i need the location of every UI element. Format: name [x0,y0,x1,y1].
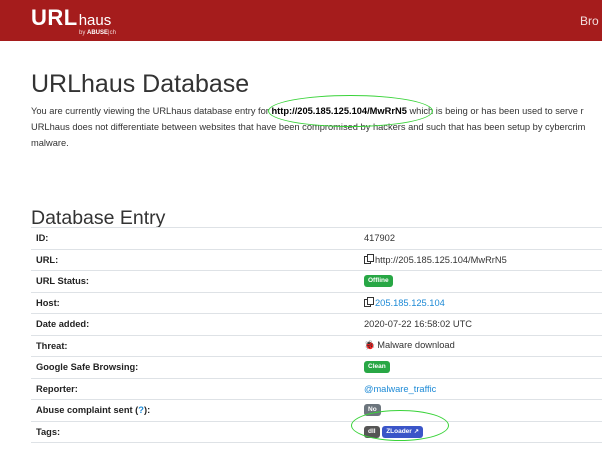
url-value: http://205.185.125.104/MwRrN5 [375,255,507,266]
bug-icon: 🐞 [364,340,376,351]
status-badge: Offline [364,275,393,288]
table-row-tags: Tags: dll ZLoader ↗ [31,420,602,443]
table-row-url: URL: http://205.185.125.104/MwRrN5 [31,248,602,271]
host-link[interactable]: 205.185.125.104 [375,298,445,308]
abuse-label: Abuse complaint sent (?): [31,399,359,421]
copy-icon[interactable] [364,254,374,265]
database-entry-table: ID: 417902 URL: http://205.185.125.104/M… [31,227,602,443]
table-row-status: URL Status: Offline [31,270,602,292]
id-label: ID: [31,227,359,249]
reporter-link[interactable]: @malware_traffic [364,384,436,394]
urlhaus-logo[interactable]: URLhaus by ABUSE|ch [31,5,116,36]
intro-text-4: malware. [31,138,69,148]
date-label: Date added: [31,313,359,335]
logo-haus-text: haus [78,12,112,29]
reporter-cell: @malware_traffic [359,377,602,400]
threat-cell: 🐞 Malware download [359,334,602,357]
table-row-id: ID: 417902 [31,227,602,249]
status-cell: Offline [359,270,602,292]
copy-icon[interactable] [364,297,374,308]
url-cell: http://205.185.125.104/MwRrN5 [359,248,602,271]
table-row-reporter: Reporter: @malware_traffic [31,377,602,400]
threat-label: Threat: [31,334,359,357]
logo-url-text: URL [31,5,78,30]
logo-byline: by ABUSE|ch [79,30,116,36]
intro-text-2: which is being or has been used to serve… [406,106,584,116]
table-row-threat: Threat: 🐞 Malware download [31,334,602,357]
threat-value: Malware download [377,340,455,351]
tags-label: Tags: [31,420,359,443]
host-cell: 205.185.125.104 [359,291,602,314]
status-label: URL Status: [31,270,359,292]
table-row-date: Date added: 2020-07-22 16:58:02 UTC [31,313,602,335]
gsb-label: Google Safe Browsing: [31,356,359,378]
url-highlight-ellipse [268,95,433,127]
table-row-host: Host: 205.185.125.104 [31,291,602,314]
gsb-badge: Clean [364,361,390,374]
page-title: URLhaus Database [31,70,250,98]
id-value: 417902 [359,227,602,249]
table-row-abuse: Abuse complaint sent (?): No [31,399,602,421]
host-label: Host: [31,291,359,314]
tags-highlight-ellipse [351,410,449,441]
nav-browse-link[interactable]: Bro [580,14,599,28]
gsb-cell: Clean [359,356,602,378]
intro-text-1: You are currently viewing the URLhaus da… [31,106,272,116]
url-label: URL: [31,248,359,271]
reporter-label: Reporter: [31,377,359,400]
top-navbar: URLhaus by ABUSE|ch Bro [0,0,602,41]
table-row-gsb: Google Safe Browsing: Clean [31,356,602,378]
date-value: 2020-07-22 16:58:02 UTC [359,313,602,335]
